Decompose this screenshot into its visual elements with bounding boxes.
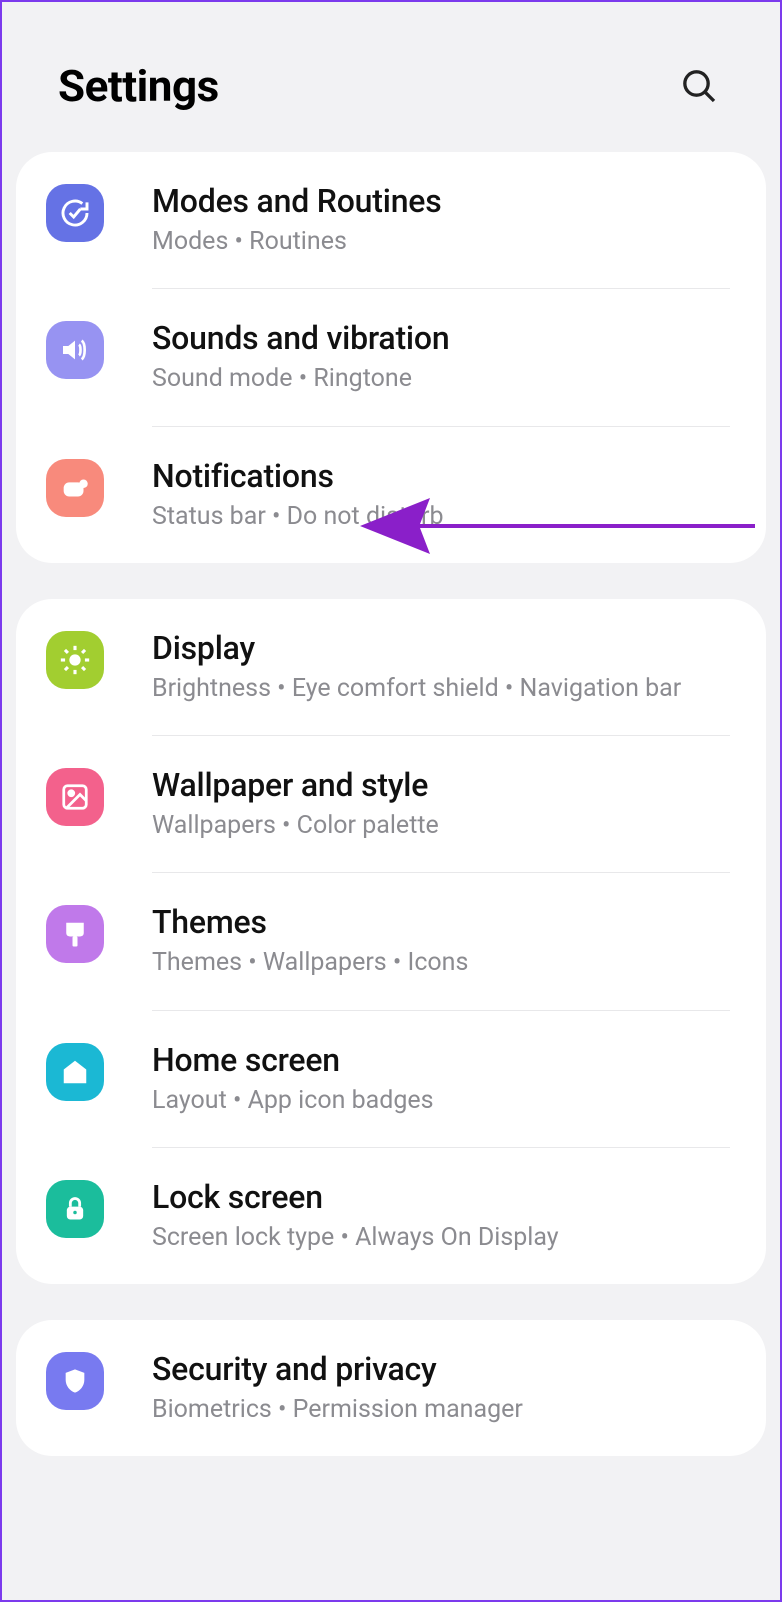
lock-icon xyxy=(46,1180,104,1238)
header: Settings xyxy=(2,2,780,152)
item-subtitle: Biometrics • Permission manager xyxy=(152,1392,740,1428)
settings-group-1: Modes and Routines Modes • Routines Soun… xyxy=(16,152,766,563)
item-subtitle: Themes • Wallpapers • Icons xyxy=(152,945,740,981)
volume-icon xyxy=(46,321,104,379)
settings-item-lock[interactable]: Lock screen Screen lock type • Always On… xyxy=(16,1148,766,1284)
home-icon xyxy=(46,1043,104,1101)
item-subtitle: Modes • Routines xyxy=(152,224,740,260)
page-title: Settings xyxy=(58,60,219,112)
wallpaper-icon xyxy=(46,768,104,826)
notifications-icon xyxy=(46,459,104,517)
display-icon xyxy=(46,631,104,689)
security-icon xyxy=(46,1352,104,1410)
search-button[interactable] xyxy=(674,61,724,111)
settings-item-wallpaper[interactable]: Wallpaper and style Wallpapers • Color p… xyxy=(16,736,766,872)
item-title: Wallpaper and style xyxy=(152,766,740,804)
settings-item-display[interactable]: Display Brightness • Eye comfort shield … xyxy=(16,599,766,735)
themes-icon xyxy=(46,905,104,963)
settings-item-home[interactable]: Home screen Layout • App icon badges xyxy=(16,1011,766,1147)
item-subtitle: Brightness • Eye comfort shield • Naviga… xyxy=(152,671,740,707)
item-title: Modes and Routines xyxy=(152,182,740,220)
item-title: Display xyxy=(152,629,740,667)
settings-group-2: Display Brightness • Eye comfort shield … xyxy=(16,599,766,1284)
item-subtitle: Screen lock type • Always On Display xyxy=(152,1220,740,1256)
item-subtitle: Sound mode • Ringtone xyxy=(152,361,740,397)
settings-item-themes[interactable]: Themes Themes • Wallpapers • Icons xyxy=(16,873,766,1009)
item-subtitle: Status bar • Do not disturb xyxy=(152,499,740,535)
item-title: Sounds and vibration xyxy=(152,319,740,357)
item-title: Security and privacy xyxy=(152,1350,740,1388)
item-title: Home screen xyxy=(152,1041,740,1079)
item-subtitle: Layout • App icon badges xyxy=(152,1083,740,1119)
item-title: Themes xyxy=(152,903,740,941)
settings-item-security[interactable]: Security and privacy Biometrics • Permis… xyxy=(16,1320,766,1456)
item-subtitle: Wallpapers • Color palette xyxy=(152,808,740,844)
routines-icon xyxy=(46,184,104,242)
settings-item-notifications[interactable]: Notifications Status bar • Do not distur… xyxy=(16,427,766,563)
item-title: Lock screen xyxy=(152,1178,740,1216)
item-title: Notifications xyxy=(152,457,740,495)
settings-item-modes[interactable]: Modes and Routines Modes • Routines xyxy=(16,152,766,288)
search-icon xyxy=(679,66,719,106)
settings-group-3: Security and privacy Biometrics • Permis… xyxy=(16,1320,766,1456)
settings-item-sounds[interactable]: Sounds and vibration Sound mode • Ringto… xyxy=(16,289,766,425)
